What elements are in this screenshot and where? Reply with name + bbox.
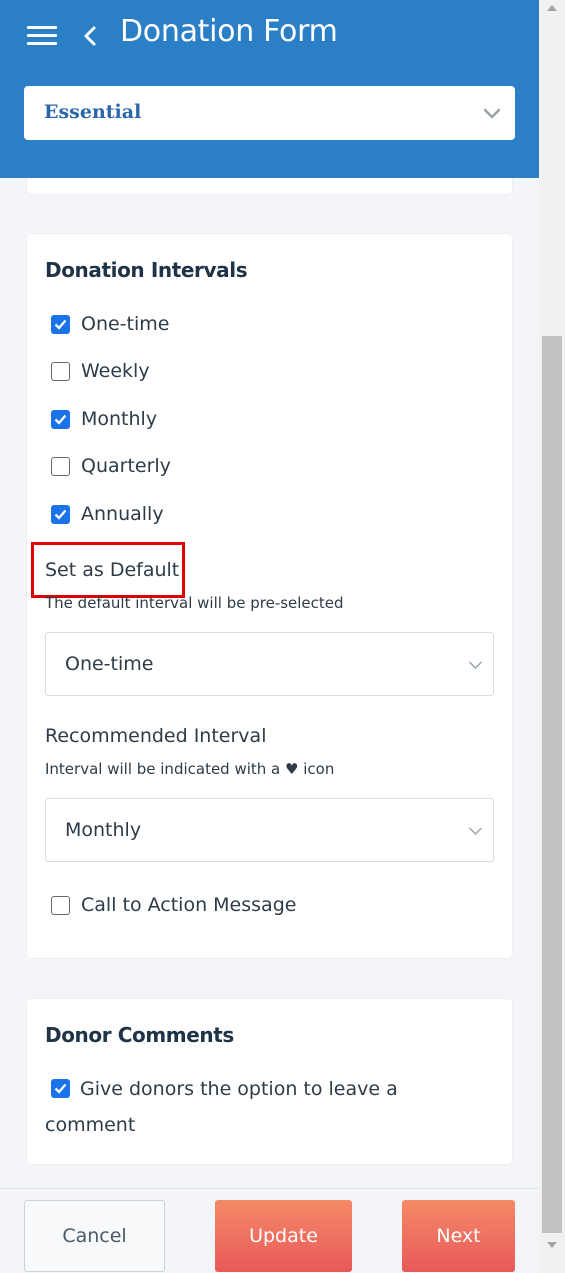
default-interval-help: The default interval will be pre-selecte…: [45, 594, 344, 612]
interval-option-monthly[interactable]: Monthly: [51, 406, 157, 432]
previous-card: [27, 178, 512, 194]
interval-option-annually[interactable]: Annually: [51, 501, 164, 527]
chevron-down-icon: [483, 108, 501, 119]
call-to-action-option[interactable]: Call to Action Message: [51, 892, 296, 918]
update-button[interactable]: Update: [215, 1200, 352, 1272]
checkbox[interactable]: [51, 456, 70, 476]
checkbox-label: Monthly: [81, 408, 158, 430]
checkbox[interactable]: [51, 895, 70, 915]
checkbox-label: Call to Action Message: [81, 894, 297, 916]
donor-comments-card: Donor Comments Give donors the option to…: [27, 999, 512, 1164]
comment-option-label[interactable]: Give donors the option to leave a commen…: [45, 1071, 485, 1143]
interval-option-weekly[interactable]: Weekly: [51, 358, 150, 384]
recommended-interval-label: Recommended Interval: [45, 725, 267, 747]
scroll-down-arrow-icon[interactable]: [546, 1241, 558, 1249]
plan-select-value: Essential: [44, 101, 142, 123]
checkbox[interactable]: [51, 314, 70, 334]
recommended-interval-select[interactable]: Monthly: [45, 798, 494, 862]
checkbox-label: Annually: [81, 503, 164, 525]
next-button[interactable]: Next: [402, 1200, 515, 1272]
scroll-up-arrow-icon[interactable]: [546, 4, 558, 12]
select-value: Monthly: [65, 819, 142, 841]
default-interval-label: Set as Default: [45, 559, 180, 581]
checkbox[interactable]: [51, 409, 70, 429]
checkmark-icon: [54, 509, 67, 520]
recommended-interval-help: Interval will be indicated with a ♥ icon: [45, 760, 335, 778]
checkbox-label: One-time: [81, 313, 170, 335]
hamburger-menu-icon[interactable]: [27, 26, 57, 46]
app-header: Donation Form Essential: [0, 0, 539, 178]
settings-scroll-area[interactable]: Donation Intervals One-time Weekly Month…: [0, 178, 539, 1188]
checkbox[interactable]: [51, 504, 70, 524]
checkbox[interactable]: [51, 361, 70, 381]
checkmark-icon: [54, 414, 67, 425]
chevron-down-icon: [468, 661, 483, 670]
chevron-left-icon[interactable]: [80, 24, 100, 48]
card-heading: Donor Comments: [45, 1023, 234, 1047]
checkmark-icon: [54, 319, 67, 330]
chevron-down-icon: [468, 827, 483, 836]
scrollbar-thumb[interactable]: [542, 336, 562, 1233]
donation-intervals-card: Donation Intervals One-time Weekly Month…: [27, 234, 512, 958]
select-value: One-time: [65, 653, 154, 675]
cancel-button[interactable]: Cancel: [24, 1200, 165, 1272]
plan-select[interactable]: Essential: [24, 86, 515, 140]
action-footer: Cancel Update Next: [0, 1188, 539, 1273]
scrollbar[interactable]: [539, 0, 565, 1273]
card-heading: Donation Intervals: [45, 258, 248, 282]
checkbox-label: Quarterly: [81, 455, 171, 477]
page-title: Donation Form: [120, 14, 338, 49]
interval-option-quarterly[interactable]: Quarterly: [51, 453, 171, 479]
default-interval-select[interactable]: One-time: [45, 632, 494, 696]
interval-option-one-time[interactable]: One-time: [51, 311, 169, 337]
checkbox-label: Weekly: [81, 360, 150, 382]
